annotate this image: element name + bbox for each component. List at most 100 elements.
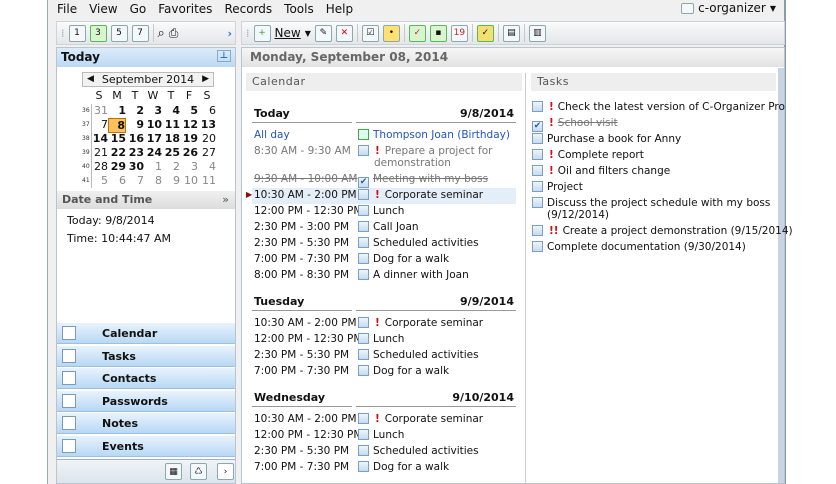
event-item[interactable]: Scheduled activities (358, 237, 479, 253)
scrollbar[interactable] (778, 68, 784, 483)
event-item[interactable]: ! Corporate seminar (358, 189, 483, 205)
calendar-day[interactable]: 5 (90, 174, 108, 187)
nav-calendar[interactable]: Calendar (57, 322, 235, 344)
calendar-day[interactable]: 18 (162, 132, 180, 145)
calendar-day[interactable]: 7 (90, 118, 108, 131)
menu-tools[interactable]: Tools (283, 2, 315, 16)
task-checkbox[interactable] (532, 181, 543, 192)
event-checkbox[interactable]: ✔ (358, 177, 369, 188)
more-chevron-icon[interactable]: › (217, 463, 234, 480)
checklist-icon[interactable]: ☑ (361, 24, 379, 42)
chevron-down-icon[interactable]: ▼ (305, 29, 311, 38)
calendar-day[interactable]: 23 (126, 146, 144, 159)
calendar-day[interactable]: 15 (108, 132, 126, 145)
event-checkbox[interactable] (358, 445, 369, 456)
task-item[interactable]: ✔! School visit (532, 117, 618, 133)
nav-passwords[interactable]: Passwords (57, 389, 235, 412)
calendar-day[interactable]: 19 (180, 132, 198, 145)
calendar-day[interactable]: 2 (162, 160, 180, 173)
calendar-day[interactable]: 1 (108, 104, 126, 117)
task-item[interactable]: !! Create a project demonstration (9/15/2… (532, 225, 793, 241)
next-month-icon[interactable]: ▶ (202, 73, 209, 86)
task-checkbox[interactable] (532, 133, 543, 144)
calendar-day[interactable]: 3 (180, 160, 198, 173)
edit-icon[interactable]: ✎ (314, 24, 332, 42)
week-view-button[interactable]: 7 (131, 24, 149, 42)
calendar-day[interactable]: 10 (144, 118, 162, 131)
event-checkbox[interactable] (358, 269, 369, 280)
calendar-day[interactable]: 13 (198, 118, 216, 131)
calendar-day[interactable]: 26 (180, 146, 198, 159)
calendar-small-icon[interactable]: ▦ (165, 463, 182, 480)
new-button[interactable]: New (275, 26, 301, 40)
reminders-icon[interactable]: ✓ (476, 24, 494, 42)
calendar-day[interactable]: 2 (126, 104, 144, 117)
calendar-day[interactable]: 4 (162, 104, 180, 117)
calendar-day[interactable]: 28 (90, 160, 108, 173)
event-item[interactable]: Thompson Joan (Birthday) (358, 129, 510, 145)
nav-tasks[interactable]: Tasks (57, 344, 235, 367)
task-checkbox[interactable] (532, 149, 543, 160)
task-item[interactable]: ! Check the latest version of C-Organizer… (532, 101, 785, 117)
expand-chevron-icon[interactable]: › (227, 27, 232, 40)
event-checkbox[interactable] (358, 317, 369, 328)
menu-view[interactable]: View (88, 2, 118, 16)
event-item[interactable]: Lunch (358, 429, 404, 445)
event-item[interactable]: ! Corporate seminar (358, 317, 483, 333)
calendar-day[interactable]: 9 (126, 118, 144, 131)
menu-help[interactable]: Help (325, 2, 354, 16)
event-item[interactable]: Dog for a walk (358, 253, 449, 269)
calendar-day[interactable]: 29 (108, 160, 126, 173)
event-checkbox[interactable] (358, 461, 369, 472)
event-checkbox[interactable] (358, 145, 369, 156)
calendar-day[interactable]: 8 (144, 174, 162, 187)
calendar-day[interactable]: 31 (90, 104, 108, 117)
prev-month-icon[interactable]: ◀ (87, 73, 94, 86)
event-checkbox[interactable] (358, 413, 369, 424)
profile-selector[interactable]: c-organizer ▼ (681, 1, 776, 15)
delete-icon[interactable]: ✕ (335, 24, 353, 42)
menu-favorites[interactable]: Favorites (157, 2, 213, 16)
calendar-day[interactable]: 21 (90, 146, 108, 159)
collapse-icon[interactable]: » (222, 193, 229, 206)
event-checkbox[interactable] (358, 365, 369, 376)
print-icon[interactable]: ⎙ (169, 26, 179, 41)
calendar-day[interactable]: 30 (126, 160, 144, 173)
pin-icon[interactable]: ⊥ (216, 50, 231, 62)
nav-events[interactable]: Events (57, 434, 235, 457)
event-item[interactable]: A dinner with Joan (358, 269, 469, 285)
task-checkbox[interactable] (532, 101, 543, 112)
menu-go[interactable]: Go (129, 2, 148, 16)
calendar-day[interactable]: 3 (144, 104, 162, 117)
search-icon[interactable]: ⌕ (158, 26, 165, 41)
task-item[interactable]: Purchase a book for Anny (532, 133, 681, 149)
calendar-day[interactable]: 6 (198, 104, 216, 117)
event-checkbox[interactable] (358, 253, 369, 264)
three-day-view-button[interactable]: 3 (89, 24, 107, 42)
nav-notes[interactable]: Notes (57, 412, 235, 434)
event-item[interactable]: ✔ Meeting with my boss (358, 173, 488, 189)
recycle-bin-icon[interactable]: ♺ (190, 463, 207, 480)
task-checkbox[interactable] (532, 197, 543, 208)
calendar-day[interactable]: 22 (108, 146, 126, 159)
calendar-day[interactable]: 25 (162, 146, 180, 159)
calendar-day[interactable]: 14 (90, 132, 108, 145)
calendar-day[interactable]: 4 (198, 160, 216, 173)
event-checkbox[interactable] (358, 429, 369, 440)
selected-day[interactable]: 8 (108, 118, 126, 133)
events-filter-icon[interactable]: 19 (450, 24, 468, 42)
calendar-day[interactable]: 11 (198, 174, 216, 187)
event-checkbox[interactable] (358, 189, 369, 200)
calendar-day[interactable]: 6 (108, 174, 126, 187)
calendar-day[interactable]: 11 (162, 118, 180, 131)
calendar-day[interactable]: 9 (162, 174, 180, 187)
task-item[interactable]: Project (532, 181, 583, 197)
event-checkbox[interactable] (358, 333, 369, 344)
calendar-day[interactable]: 12 (180, 118, 198, 131)
nav-contacts[interactable]: Contacts (57, 367, 235, 389)
task-checkbox[interactable]: ✔ (532, 121, 543, 132)
task-checkbox[interactable] (532, 225, 543, 236)
event-item[interactable]: Dog for a walk (358, 461, 449, 477)
task-checkbox[interactable] (532, 165, 543, 176)
task-item[interactable]: ! Oil and filters change (532, 165, 670, 181)
